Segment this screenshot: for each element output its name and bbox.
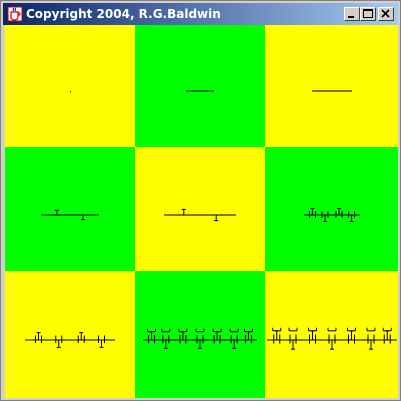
maximize-icon	[363, 9, 373, 18]
maximize-button[interactable]	[360, 7, 376, 21]
fractal-drawing	[304, 208, 360, 222]
fractal-panel-7	[5, 271, 135, 398]
fractal-drawing	[41, 209, 99, 221]
fractal-drawing	[25, 332, 115, 348]
fractal-drawing	[267, 327, 397, 350]
fractal-drawing	[143, 328, 257, 349]
fractal-panel-3	[265, 25, 398, 147]
close-button[interactable]	[378, 7, 394, 21]
java-cup-icon	[7, 6, 23, 22]
fractal-panel-1	[5, 25, 135, 147]
fractal-drawing	[186, 90, 214, 92]
fractal-drawing	[164, 208, 236, 222]
fractal-panel-8	[135, 271, 265, 398]
fractal-panel-5	[135, 147, 265, 271]
application-window: Copyright 2004, R.G.Baldwin	[0, 0, 401, 401]
fractal-panel-9	[265, 271, 398, 398]
fractal-panel-2	[135, 25, 265, 147]
minimize-button[interactable]	[344, 7, 360, 21]
window-title: Copyright 2004, R.G.Baldwin	[26, 7, 221, 21]
fractal-drawing	[70, 91, 71, 92]
fractal-drawing	[312, 90, 352, 92]
fractal-canvas-grid	[5, 25, 398, 398]
fractal-panel-6	[265, 147, 398, 271]
close-icon	[381, 9, 390, 18]
fractal-panel-4	[5, 147, 135, 271]
minimize-icon	[348, 16, 354, 18]
title-bar[interactable]: Copyright 2004, R.G.Baldwin	[3, 3, 398, 25]
